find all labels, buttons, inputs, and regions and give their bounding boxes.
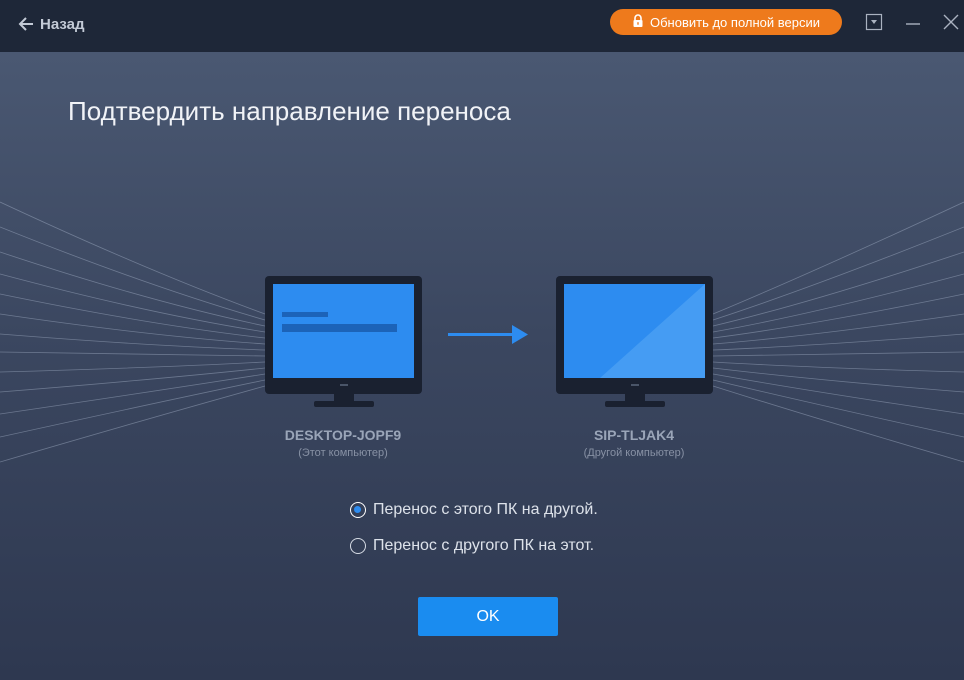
source-monitor-icon <box>265 276 422 407</box>
option-label: Перенос с другого ПК на этот. <box>373 537 595 554</box>
minimize-button[interactable] <box>903 12 925 34</box>
ok-button[interactable]: OK <box>418 597 558 636</box>
close-button[interactable] <box>941 12 963 34</box>
close-icon <box>943 14 959 30</box>
radio-button-unchecked[interactable] <box>350 538 366 554</box>
source-pc-subtitle: (Этот компьютер) <box>298 447 388 459</box>
radio-button-checked[interactable] <box>350 502 366 518</box>
upgrade-label: Обновить до полной версии <box>650 14 820 30</box>
minimize-icon <box>906 23 920 25</box>
decorative-lines <box>0 201 964 463</box>
source-pc-name: DESKTOP-JOPF9 <box>284 427 402 443</box>
title-bar: Назад Обновить до полной версии <box>0 0 964 52</box>
menu-dropdown-button[interactable] <box>864 12 886 34</box>
arrow-left-icon <box>18 16 34 32</box>
option-label: Перенос с этого ПК на другой. <box>373 501 598 518</box>
back-button[interactable]: Назад <box>18 12 84 36</box>
target-monitor-icon <box>556 276 713 407</box>
option-this-to-other[interactable]: Перенос с этого ПК на другой. <box>350 499 598 521</box>
target-pc-subtitle: (Другой компьютер) <box>583 447 685 459</box>
arrow-right-icon <box>448 325 528 344</box>
back-label: Назад <box>40 15 85 33</box>
target-pc-name: SIP-TLJAK4 <box>593 427 675 443</box>
main-content: Подтвердить направление переноса DESKTOP… <box>0 52 964 680</box>
lock-icon <box>632 13 644 31</box>
upgrade-button[interactable]: Обновить до полной версии <box>610 9 842 35</box>
dropdown-icon <box>865 13 883 31</box>
option-other-to-this[interactable]: Перенос с другого ПК на этот. <box>350 535 594 557</box>
